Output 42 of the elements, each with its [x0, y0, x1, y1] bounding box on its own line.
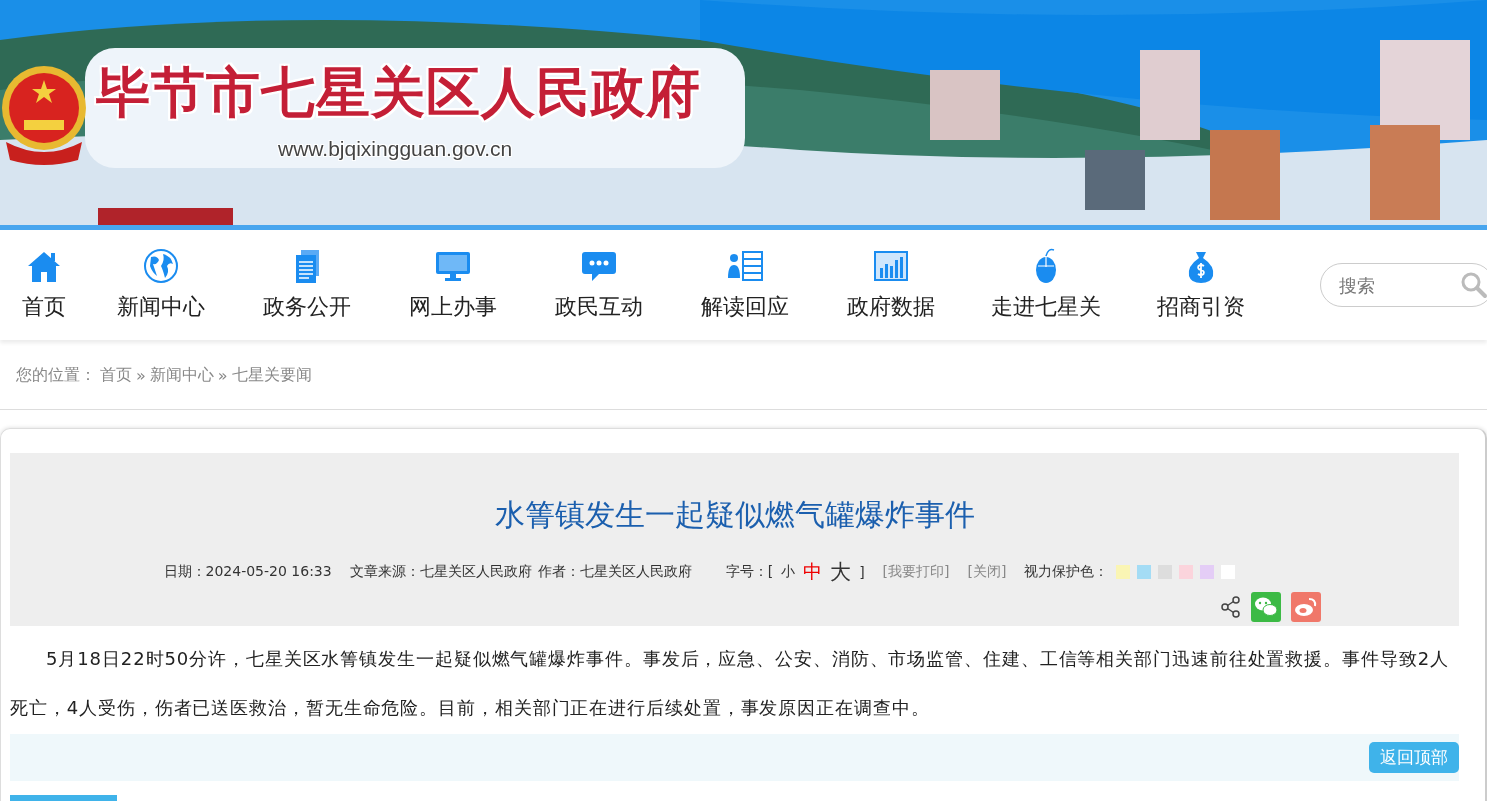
- breadcrumb-label: 您的位置：: [16, 365, 96, 386]
- breadcrumb-link[interactable]: 首页: [100, 365, 132, 386]
- nav-link[interactable]: 政府数据: [818, 248, 964, 322]
- article-author: 作者：七星关区人民政府: [537, 563, 692, 581]
- nav-link[interactable]: 走进七星关: [964, 248, 1128, 322]
- nav-link[interactable]: 解读回应: [672, 248, 818, 322]
- nav-link[interactable]: 新闻中心: [88, 248, 234, 322]
- site-url: www.bjqixingguan.gov.cn: [278, 137, 513, 161]
- globe-icon: [143, 248, 179, 284]
- person-list-icon: [727, 248, 763, 284]
- breadcrumb-separator: »: [217, 366, 228, 385]
- breadcrumb-link[interactable]: 七星关要闻: [231, 365, 312, 386]
- article-source: 文章来源：七星关区人民政府: [349, 563, 532, 581]
- color-swatch[interactable]: [1137, 565, 1152, 579]
- article-text: 5月18日22时50分许，七星关区水箐镇发生一起疑似燃气罐爆炸事件。事发后，应急、公安、消防、市场监管、住建、工信等相关部门迅速前往处置救援。事件导致2人死亡，4人受伤，伤者已送医救治，暂无生命危险。目前，相关部门正在进行后续处置，事发原因正在调查中。: [10, 647, 1450, 720]
- search-icon[interactable]: [1460, 271, 1487, 299]
- nav-link[interactable]: 招商引资: [1128, 248, 1274, 322]
- nav-link[interactable]: 首页: [0, 248, 88, 322]
- color-swatch[interactable]: [1179, 565, 1194, 579]
- font-size-label: 字号：[: [725, 563, 774, 581]
- article-date: 日期：2024-05-20 16:33: [163, 563, 332, 581]
- search-field[interactable]: 搜索: [1320, 263, 1487, 307]
- nav-link[interactable]: 政务公开: [234, 248, 380, 322]
- color-swatch[interactable]: [1200, 565, 1215, 579]
- nav-link[interactable]: 政民互动: [526, 248, 672, 322]
- share-icon[interactable]: [1221, 596, 1241, 618]
- weibo-icon: [1294, 596, 1318, 618]
- breadcrumb-link[interactable]: 新闻中心: [149, 365, 214, 386]
- site-title: 毕节市七星关区人民政府: [96, 66, 701, 120]
- weibo-button[interactable]: [1291, 592, 1321, 622]
- nav-link[interactable]: 网上办事: [380, 248, 526, 322]
- font-size-option[interactable]: 小: [781, 563, 796, 581]
- color-swatch[interactable]: [1116, 565, 1131, 579]
- breadcrumb-separator: »: [136, 366, 146, 385]
- eye-care-label: 视力保护色：: [1024, 563, 1109, 581]
- wechat-icon: [1254, 596, 1278, 618]
- wechat-button[interactable]: [1251, 592, 1281, 622]
- article-title: 水箐镇发生一起疑似燃气罐爆炸事件: [494, 496, 975, 534]
- font-size-option[interactable]: 中: [803, 559, 823, 585]
- bracket: ]: [859, 564, 865, 580]
- font-size-option[interactable]: 大: [830, 558, 852, 586]
- bar-chart-icon: [873, 248, 909, 284]
